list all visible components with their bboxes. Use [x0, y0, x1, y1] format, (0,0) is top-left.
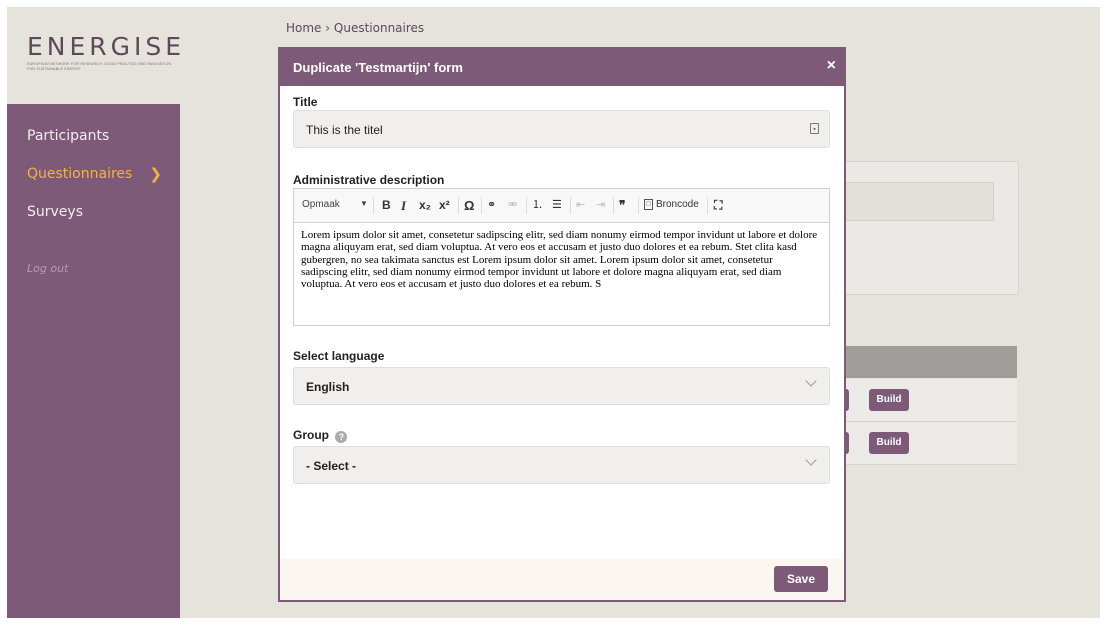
bold-button[interactable]: B — [382, 199, 391, 212]
sidebar-item-surveys[interactable]: Surveys — [7, 201, 180, 239]
toolbar-separator — [373, 197, 374, 214]
toolbar-separator — [526, 197, 527, 214]
toolbar-separator — [458, 197, 459, 214]
description-editor: Opmaak ▼ B I x₂ x² Ω ⚭ ⚮ ⒈ ☰ ⇤ ⇥ ❞ ◻ Bro… — [293, 188, 830, 326]
sidebar-nav: Participants Questionnaires ❯ Surveys — [7, 125, 180, 239]
filter-input[interactable] — [842, 182, 994, 221]
sidebar-item-label: Participants — [27, 128, 110, 144]
subscript-button[interactable]: x₂ — [419, 199, 431, 212]
blockquote-icon[interactable]: ❞ — [619, 199, 625, 212]
table-row: Build — [842, 422, 1017, 465]
format-dropdown[interactable]: Opmaak — [302, 199, 340, 210]
breadcrumb: Home › Questionnaires — [286, 21, 424, 35]
breadcrumb-current: Questionnaires — [333, 21, 425, 35]
build-button[interactable]: Build — [869, 389, 909, 411]
help-icon[interactable]: ? — [335, 431, 348, 443]
language-select[interactable]: English — [293, 367, 830, 405]
source-icon[interactable]: ◻ — [644, 199, 653, 210]
language-select-value: English — [306, 380, 350, 394]
bulleted-list-icon[interactable]: ☰ — [552, 199, 562, 212]
duplicate-form-modal: Duplicate 'Testmartijn' form × Title Thi… — [278, 47, 846, 602]
logo-wordmark: ENERGISE — [27, 32, 186, 61]
sidebar-item-participants[interactable]: Participants — [7, 125, 180, 163]
toolbar-separator — [707, 197, 708, 214]
modal-footer: Save — [280, 559, 844, 600]
toolbar-separator — [481, 197, 482, 214]
chevron-down-icon — [805, 454, 817, 466]
logo-tagline: EUROPEAN NETWORK FOR RESEARCH, GOOD PRAC… — [27, 62, 172, 71]
maximize-icon[interactable]: ⛶ — [714, 199, 722, 212]
title-label: Title — [293, 95, 318, 109]
breadcrumb-home[interactable]: Home — [286, 21, 321, 35]
close-icon[interactable]: × — [827, 57, 836, 75]
modal-header: Duplicate 'Testmartijn' form × — [280, 49, 844, 86]
build-button[interactable]: Build — [869, 432, 909, 454]
numbered-list-icon[interactable]: ⒈ — [532, 199, 543, 212]
description-label: Administrative description — [293, 173, 445, 187]
toolbar-separator — [638, 197, 639, 214]
modal-title: Duplicate 'Testmartijn' form — [293, 60, 463, 75]
source-button[interactable]: Broncode — [656, 199, 699, 210]
sidebar: ENERGISE EUROPEAN NETWORK FOR RESEARCH, … — [7, 7, 181, 618]
group-select[interactable]: - Select - — [293, 446, 830, 484]
unlink-icon[interactable]: ⚮ — [508, 199, 517, 212]
group-select-value: - Select - — [306, 459, 357, 473]
caret-down-icon[interactable]: ▼ — [360, 199, 368, 208]
sidebar-item-label: Surveys — [27, 204, 83, 220]
superscript-button[interactable]: x² — [439, 199, 450, 212]
toolbar-separator — [570, 197, 571, 214]
title-input-value: This is the titel — [306, 123, 383, 137]
save-button[interactable]: Save — [774, 566, 828, 592]
logo[interactable]: ENERGISE EUROPEAN NETWORK FOR RESEARCH, … — [7, 7, 181, 104]
sidebar-item-label: Questionnaires — [27, 166, 133, 182]
chevron-right-icon: ❯ — [149, 165, 162, 183]
italic-button[interactable]: I — [401, 199, 406, 212]
table-header — [842, 346, 1017, 378]
link-icon[interactable]: ⚭ — [487, 199, 496, 212]
app-frame: ENERGISE EUROPEAN NETWORK FOR RESEARCH, … — [7, 7, 1100, 618]
logout-link[interactable]: Log out — [27, 262, 68, 275]
editor-toolbar: Opmaak ▼ B I x₂ x² Ω ⚭ ⚮ ⒈ ☰ ⇤ ⇥ ❞ ◻ Bro… — [294, 189, 829, 223]
title-input[interactable]: This is the titel ▪ — [293, 110, 830, 148]
special-char-button[interactable]: Ω — [464, 199, 474, 212]
sidebar-item-questionnaires[interactable]: Questionnaires ❯ — [7, 163, 180, 201]
table-row: Build — [842, 379, 1017, 422]
description-editor-content[interactable]: Lorem ipsum dolor sit amet, consetetur s… — [301, 229, 821, 290]
language-label: Select language — [293, 349, 385, 363]
chevron-down-icon — [805, 375, 817, 387]
input-assist-icon[interactable]: ▪ — [810, 123, 819, 134]
indent-icon[interactable]: ⇥ — [596, 199, 605, 212]
outdent-icon[interactable]: ⇤ — [576, 199, 585, 212]
toolbar-separator — [613, 197, 614, 214]
group-label: Group ? — [293, 428, 348, 443]
group-label-text: Group — [293, 428, 329, 442]
breadcrumb-separator: › — [325, 21, 331, 35]
